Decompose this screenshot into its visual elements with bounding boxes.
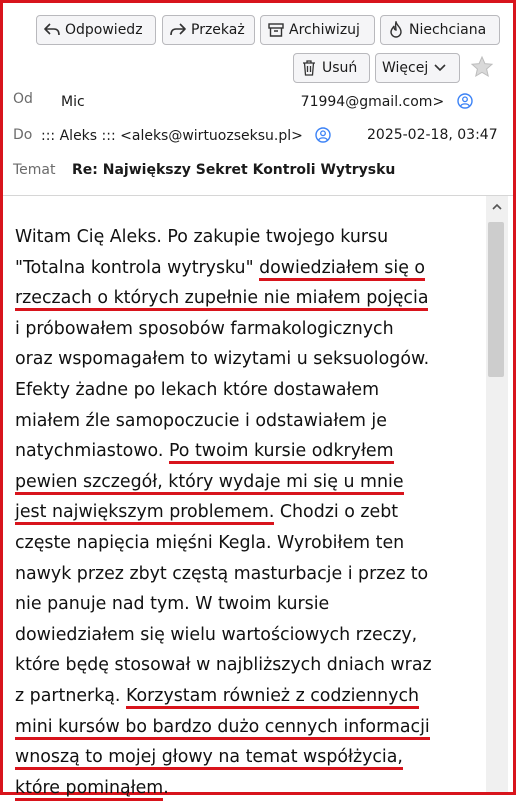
archive-button[interactable]: Archiwizuj bbox=[260, 15, 375, 45]
body-line: nawyk przez zbyt częstą masturbacje i pr… bbox=[15, 563, 429, 584]
highlighted-text: jest największym problemem. bbox=[15, 502, 275, 526]
junk-button[interactable]: Niechciana bbox=[380, 15, 500, 45]
body-line: pewien szczegół, który wydaje mi się u m… bbox=[15, 467, 485, 498]
body-line: "Totalna kontrola wytrysku" dowiedziałem… bbox=[15, 253, 485, 284]
forward-button[interactable]: Przekaż bbox=[162, 15, 255, 45]
flame-icon bbox=[387, 21, 405, 39]
delete-label: Usuń bbox=[322, 60, 358, 76]
reply-label: Odpowiedz bbox=[65, 22, 143, 38]
person-icon[interactable] bbox=[456, 93, 473, 113]
body-line: i próbowałem sposobów farmakologicznych bbox=[15, 318, 394, 339]
more-button[interactable]: Więcej bbox=[375, 53, 460, 83]
body-text: z partnerką. bbox=[15, 685, 126, 706]
from-value-start: Mic bbox=[61, 94, 85, 110]
person-icon[interactable] bbox=[315, 127, 332, 147]
trash-icon bbox=[300, 59, 318, 77]
from-value[interactable]: Mic 71994@gmail.com> bbox=[61, 91, 473, 113]
body-line: nie panuje nad tym. W twoim kursie bbox=[15, 594, 330, 615]
body-line: miałem źle samopoczucie i odstawiałem je bbox=[15, 410, 387, 431]
highlighted-text: Po twoim kursie odkryłem bbox=[168, 441, 394, 465]
body-line: natychmiastowo. Po twoim kursie odkryłem bbox=[15, 436, 485, 467]
to-value[interactable]: ::: Aleks ::: <aleks@wirtuozseksu.pl> bbox=[41, 127, 332, 147]
body-line: Efekty żadne po lekach które dostawałem bbox=[15, 379, 380, 400]
to-label: Do bbox=[13, 127, 33, 143]
forward-arrow-icon bbox=[169, 21, 187, 39]
highlighted-text: rzeczach o których zupełnie nie miałem p… bbox=[15, 288, 429, 312]
subject-value: Re: Największy Sekret Kontroli Wytrysku bbox=[72, 162, 396, 178]
reply-button[interactable]: Odpowiedz bbox=[36, 15, 156, 45]
body-line: które będę stosował w najbliższych dniac… bbox=[15, 655, 432, 676]
body-text: natychmiastowo. bbox=[15, 441, 169, 462]
from-label: Od bbox=[13, 91, 33, 107]
delete-button[interactable]: Usuń bbox=[293, 53, 370, 83]
forward-label: Przekaż bbox=[191, 22, 245, 38]
highlighted-text: które pominąłem bbox=[15, 777, 164, 801]
body-line: z partnerką. Korzystam również z codzien… bbox=[15, 681, 485, 712]
date-value: 2025-02-18, 03:47 bbox=[367, 127, 498, 143]
body-line: wnoszą to mojej głowy na temat współżyci… bbox=[15, 742, 485, 773]
highlighted-text: wnoszą to mojej głowy na temat współżyci… bbox=[15, 747, 403, 771]
redaction-mask bbox=[84, 91, 301, 109]
from-value-end: 71994@gmail.com> bbox=[300, 94, 445, 110]
to-address: ::: Aleks ::: <aleks@wirtuozseksu.pl> bbox=[41, 128, 303, 144]
body-line: oraz wspomagałem to wizytami u seksuolog… bbox=[15, 349, 430, 370]
highlighted-text: dowiedziałem się o bbox=[259, 257, 426, 281]
highlighted-text: Korzystam również z codziennych bbox=[125, 685, 420, 709]
body-line: Witam Cię Aleks. Po zakupie twojego kurs… bbox=[15, 227, 389, 247]
body-text: Chodzi o zebt bbox=[274, 502, 399, 523]
junk-label: Niechciana bbox=[409, 22, 487, 38]
highlighted-text: pewien szczegół, który wydaje mi się u m… bbox=[15, 471, 404, 495]
body-line: mini kursów bo bardzo dużo cennych infor… bbox=[15, 712, 485, 743]
message-body: Witam Cię Aleks. Po zakupie twojego kurs… bbox=[15, 222, 485, 803]
header-divider bbox=[3, 195, 513, 196]
more-label: Więcej bbox=[382, 60, 429, 76]
body-line: które pominąłem. bbox=[15, 773, 485, 803]
star-icon[interactable] bbox=[470, 55, 494, 79]
body-line: rzeczach o których zupełnie nie miałem p… bbox=[15, 283, 485, 314]
archive-label: Archiwizuj bbox=[289, 22, 360, 38]
body-line: częste napięcia mięśni Kegla. Wyrobiłem … bbox=[15, 532, 405, 553]
body-line: dowiedziałem się wielu wartościowych rze… bbox=[15, 624, 418, 645]
reply-arrow-icon bbox=[43, 21, 61, 39]
body-text: "Totalna kontrola wytrysku" bbox=[15, 257, 260, 278]
chevron-down-icon bbox=[434, 64, 446, 72]
body-line: jest największym problemem. Chodzi o zeb… bbox=[15, 497, 485, 528]
archive-box-icon bbox=[267, 21, 285, 39]
scrollbar-thumb[interactable] bbox=[488, 222, 504, 377]
scroll-up-icon[interactable] bbox=[490, 199, 504, 213]
highlighted-text: mini kursów bo bardzo dużo cennych infor… bbox=[15, 716, 430, 740]
subject-label: Temat bbox=[13, 162, 56, 178]
